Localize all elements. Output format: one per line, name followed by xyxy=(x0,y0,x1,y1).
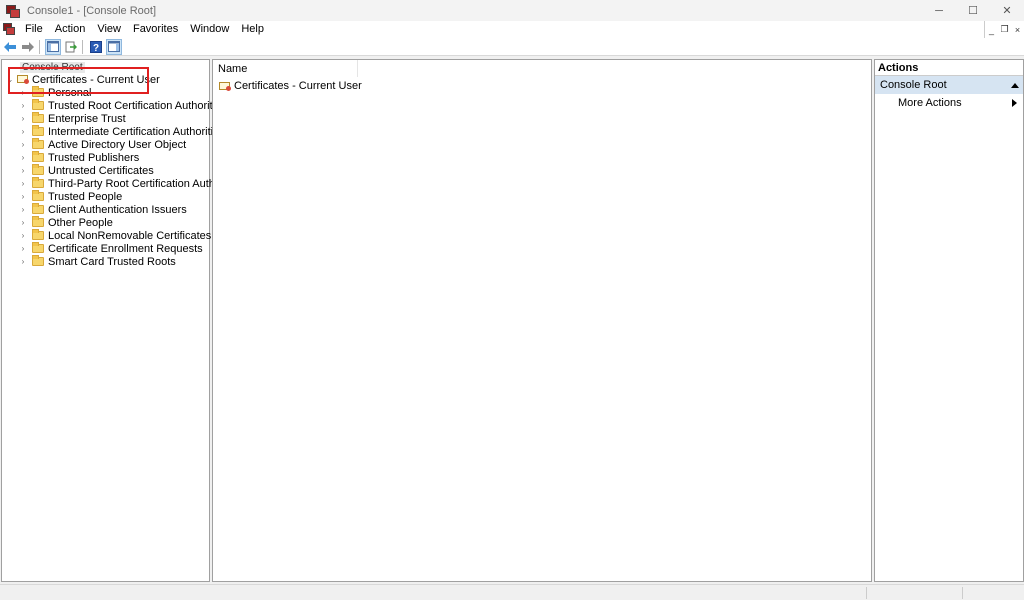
chevron-right-icon[interactable]: › xyxy=(18,218,28,227)
chevron-right-icon[interactable]: › xyxy=(18,166,28,175)
chevron-right-icon[interactable]: › xyxy=(18,127,28,136)
actions-pane: Actions Console Root More Actions xyxy=(874,59,1024,582)
minimize-button[interactable]: ─ xyxy=(922,0,956,21)
tree-node-folder[interactable]: › Trusted People xyxy=(18,190,122,203)
chevron-right-icon[interactable]: › xyxy=(18,179,28,188)
chevron-right-icon[interactable]: › xyxy=(18,205,28,214)
chevron-right-icon[interactable]: › xyxy=(18,140,28,149)
tree-node-label: Smart Card Trusted Roots xyxy=(48,255,176,268)
submenu-arrow-icon xyxy=(1012,99,1017,107)
show-hide-console-tree-icon[interactable] xyxy=(45,38,61,55)
folder-icon xyxy=(32,112,44,123)
menu-window[interactable]: Window xyxy=(184,21,235,38)
tree-node-label: Certificate Enrollment Requests xyxy=(48,242,203,255)
folder-icon xyxy=(32,177,44,188)
list-item[interactable]: Certificates - Current User xyxy=(217,79,362,93)
maximize-button[interactable]: ☐ xyxy=(956,0,990,21)
list-item-label: Certificates - Current User xyxy=(234,80,362,92)
menu-help[interactable]: Help xyxy=(235,21,270,38)
tree-node-label: Client Authentication Issuers xyxy=(48,203,187,216)
tree-node-label: Trusted People xyxy=(48,190,123,203)
collapse-triangle-icon[interactable] xyxy=(1011,82,1019,88)
toolbar-separator xyxy=(82,39,83,54)
more-actions-label: More Actions xyxy=(898,97,962,109)
chevron-right-icon[interactable]: › xyxy=(18,153,28,162)
toolbar-separator xyxy=(39,39,40,54)
svg-text:?: ? xyxy=(93,43,99,53)
tree-node-label: Intermediate Certification Authorities xyxy=(48,125,225,138)
tree-node-folder[interactable]: › Smart Card Trusted Roots xyxy=(18,255,176,268)
tree-node-folder[interactable]: › Third-Party Root Certification Authori… xyxy=(18,177,244,190)
chevron-right-icon[interactable]: › xyxy=(18,192,28,201)
actions-section-console-root[interactable]: Console Root xyxy=(875,76,1023,94)
folder-icon xyxy=(32,125,44,136)
mdi-restore-button[interactable]: ❐ xyxy=(998,22,1011,37)
folder-icon xyxy=(32,164,44,175)
forward-arrow-icon[interactable] xyxy=(20,39,36,55)
certificate-snapin-icon xyxy=(219,81,231,92)
status-divider xyxy=(962,587,963,599)
folder-icon xyxy=(32,138,44,149)
folder-icon xyxy=(32,99,44,110)
tree-node-label: Enterprise Trust xyxy=(48,112,126,125)
mdi-close-button[interactable]: × xyxy=(1011,22,1024,37)
toolbar: ? xyxy=(0,38,1024,56)
actions-title: Actions xyxy=(875,60,1023,76)
folder-icon xyxy=(32,203,44,214)
folder-icon xyxy=(32,229,44,240)
more-actions-item[interactable]: More Actions xyxy=(875,94,1023,112)
tree-node-label: Other People xyxy=(48,216,113,229)
column-header-name[interactable]: Name xyxy=(213,60,358,77)
tree-node-label: Untrusted Certificates xyxy=(48,164,154,177)
menu-bar: File Action View Favorites Window Help _… xyxy=(0,21,1024,38)
folder-icon xyxy=(32,255,44,266)
tree-node-folder[interactable]: › Trusted Root Certification Authorities xyxy=(18,99,227,112)
menu-favorites[interactable]: Favorites xyxy=(127,21,184,38)
tree-node-folder[interactable]: › Client Authentication Issuers xyxy=(18,203,187,216)
mdi-minimize-button[interactable]: _ xyxy=(985,22,998,37)
mdi-controls: _ ❐ × xyxy=(984,21,1024,38)
actions-section-label: Console Root xyxy=(880,79,947,91)
red-highlight-annotation xyxy=(8,67,149,94)
folder-icon xyxy=(32,216,44,227)
close-button[interactable]: ✕ xyxy=(990,0,1024,21)
window-title: Console1 - [Console Root] xyxy=(27,4,157,17)
folder-icon xyxy=(32,151,44,162)
chevron-right-icon[interactable]: › xyxy=(18,231,28,240)
chevron-right-icon[interactable]: › xyxy=(18,114,28,123)
back-arrow-icon[interactable] xyxy=(2,39,18,55)
mmc-app-icon xyxy=(6,4,20,18)
tree-node-folder[interactable]: › Intermediate Certification Authorities xyxy=(18,125,225,138)
tree-node-label: Trusted Publishers xyxy=(48,151,140,164)
tree-node-label: Local NonRemovable Certificates xyxy=(48,229,212,242)
tree-node-folder[interactable]: › Enterprise Trust xyxy=(18,112,126,125)
show-hide-action-pane-icon[interactable] xyxy=(106,38,122,55)
export-list-icon[interactable] xyxy=(63,39,79,55)
title-bar: Console1 - [Console Root] ─ ☐ ✕ xyxy=(0,0,1024,21)
menu-action[interactable]: Action xyxy=(49,21,92,38)
status-divider xyxy=(866,587,867,599)
results-pane: Name Certificates - Current User xyxy=(212,59,872,582)
tree-node-folder[interactable]: › Other People xyxy=(18,216,113,229)
folder-icon xyxy=(32,242,44,253)
menu-view[interactable]: View xyxy=(91,21,127,38)
console-menu-icon[interactable] xyxy=(3,23,16,36)
chevron-right-icon[interactable]: › xyxy=(18,257,28,266)
window-controls: ─ ☐ ✕ xyxy=(922,0,1024,21)
tree-node-label: Trusted Root Certification Authorities xyxy=(48,99,227,112)
console-tree-pane: Console Root ⌄ Certificates - Current Us… xyxy=(1,59,244,582)
chevron-right-icon[interactable]: › xyxy=(18,101,28,110)
status-bar xyxy=(0,584,1024,600)
help-icon[interactable]: ? xyxy=(88,39,104,55)
folder-icon xyxy=(32,190,44,201)
tree-node-folder[interactable]: › Certificate Enrollment Requests xyxy=(18,242,203,255)
tree-node-folder[interactable]: › Active Directory User Object xyxy=(18,138,186,151)
tree-node-folder[interactable]: › Untrusted Certificates xyxy=(18,164,154,177)
tree-node-folder[interactable]: › Local NonRemovable Certificates xyxy=(18,229,211,242)
chevron-right-icon[interactable]: › xyxy=(18,244,28,253)
tree-node-label: Active Directory User Object xyxy=(48,138,187,151)
menu-file[interactable]: File xyxy=(19,21,49,38)
tree-node-folder[interactable]: › Trusted Publishers xyxy=(18,151,139,164)
